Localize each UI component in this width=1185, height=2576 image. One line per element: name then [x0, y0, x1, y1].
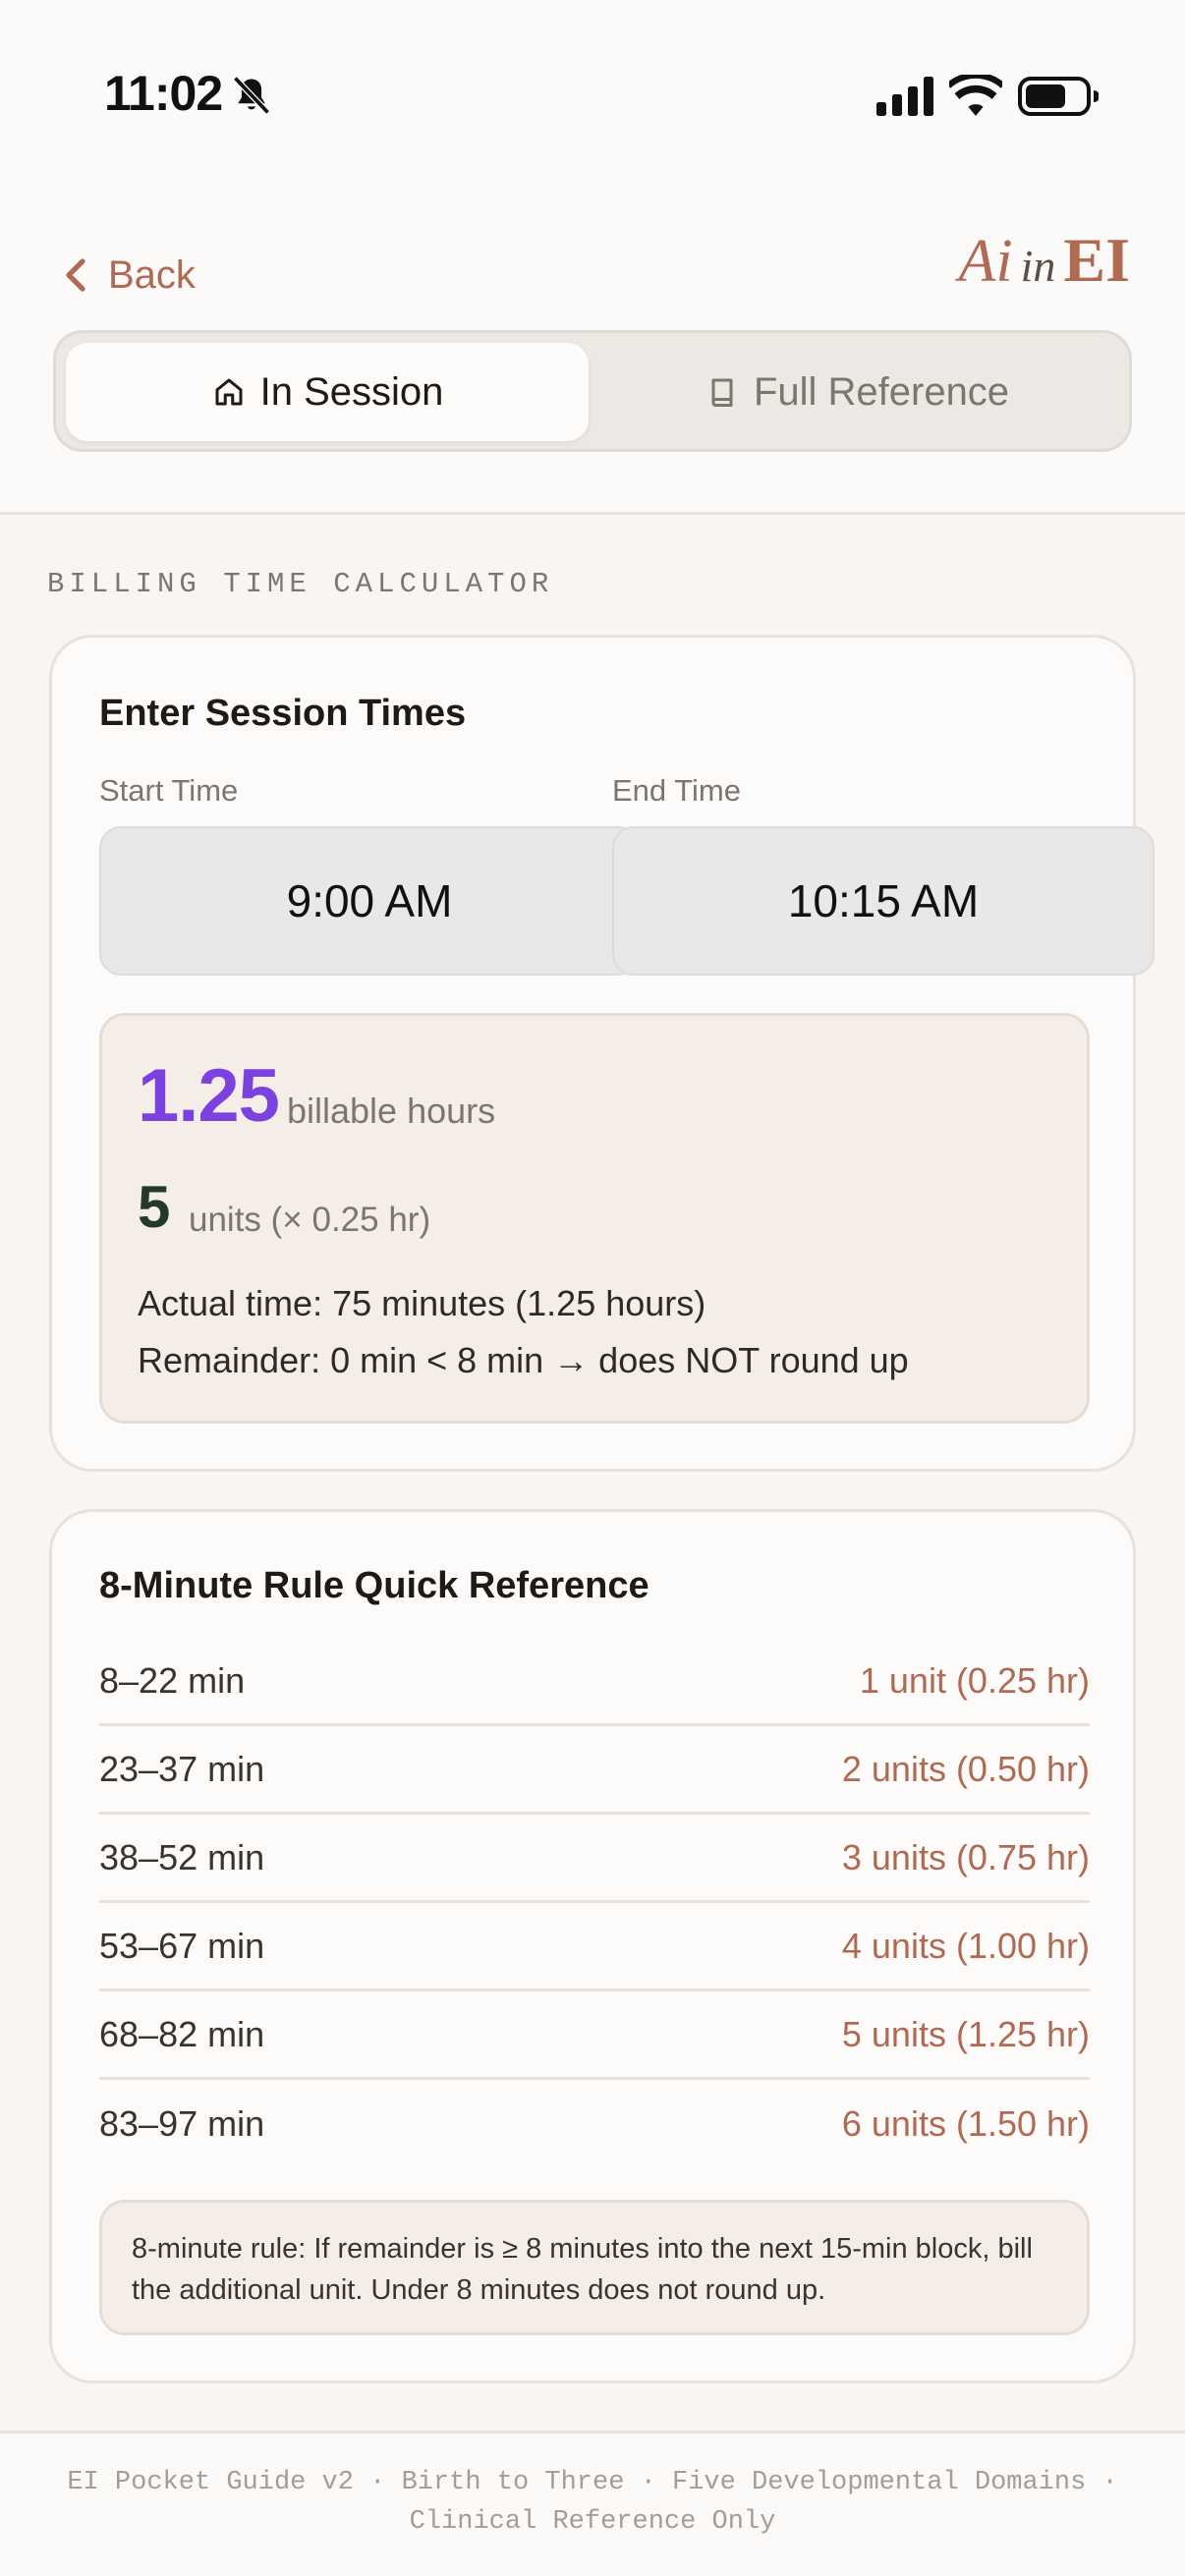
- quick-reference-card: 8-Minute Rule Quick Reference 8–22 min 1…: [49, 1509, 1136, 2383]
- view-switcher: In Session Full Reference: [53, 330, 1132, 452]
- section-label: BILLING TIME CALCULATOR: [47, 568, 554, 600]
- status-bar: 11:02: [0, 0, 1185, 196]
- reference-units: 2 units (0.50 hr): [841, 1748, 1090, 1789]
- rule-note: 8-minute rule: If remainder is ≥ 8 minut…: [99, 2200, 1090, 2335]
- tab-full-reference-label: Full Reference: [753, 369, 1010, 414]
- footer-line-1: EI Pocket Guide v2 · Birth to Three · Fi…: [67, 2468, 1118, 2497]
- reference-row: 23–37 min 2 units (0.50 hr): [99, 1726, 1090, 1815]
- end-time-input[interactable]: 10:15 AM: [612, 826, 1155, 976]
- reference-range: 38–52 min: [99, 1836, 265, 1877]
- start-time-input[interactable]: 9:00 AM: [99, 826, 640, 976]
- signal-icon: [876, 77, 933, 116]
- reference-range: 8–22 min: [99, 1659, 246, 1701]
- reference-range: 83–97 min: [99, 2103, 265, 2144]
- footer-text: EI Pocket Guide v2 · Birth to Three · Fi…: [39, 2463, 1146, 2542]
- billable-hours-value: 1.25: [138, 1054, 280, 1138]
- book-icon: [711, 378, 733, 407]
- units-value: 5: [138, 1174, 171, 1240]
- chevron-left-icon: [66, 258, 85, 292]
- reference-units: 1 unit (0.25 hr): [859, 1659, 1090, 1701]
- start-time-label: Start Time: [99, 773, 239, 808]
- reference-row: 83–97 min 6 units (1.50 hr): [99, 2080, 1090, 2168]
- reference-row: 53–67 min 4 units (1.00 hr): [99, 1903, 1090, 1991]
- reference-units: 5 units (1.25 hr): [841, 2013, 1090, 2054]
- logo-part-ei: EI: [1063, 225, 1130, 295]
- card-title: 8-Minute Rule Quick Reference: [99, 1565, 649, 1606]
- wifi-icon: [949, 75, 1002, 116]
- result-box: 1.25 billable hours 5 units (× 0.25 hr) …: [99, 1013, 1090, 1424]
- reference-range: 53–67 min: [99, 1925, 265, 1966]
- back-label: Back: [108, 252, 196, 297]
- reference-range: 23–37 min: [99, 1748, 265, 1789]
- units-label: units (× 0.25 hr): [189, 1201, 431, 1239]
- app-header: Back Ai in EI In Session Full Reference: [0, 196, 1185, 515]
- footer-line-2: Clinical Reference Only: [409, 2507, 776, 2537]
- battery-icon: [1018, 77, 1099, 116]
- home-icon: [215, 378, 243, 406]
- reference-units: 6 units (1.50 hr): [841, 2103, 1090, 2144]
- tab-in-session[interactable]: In Session: [66, 343, 589, 441]
- app-logo: Ai in EI: [959, 224, 1130, 297]
- reference-row: 38–52 min 3 units (0.75 hr): [99, 1815, 1090, 1903]
- reference-units: 3 units (0.75 hr): [841, 1836, 1090, 1877]
- card-title: Enter Session Times: [99, 693, 467, 734]
- billable-hours-label: billable hours: [287, 1091, 496, 1131]
- end-time-label: End Time: [612, 773, 741, 808]
- session-times-card: Enter Session Times Start Time End Time …: [49, 635, 1155, 1472]
- bell-slash-icon: [233, 76, 270, 115]
- tab-in-session-label: In Session: [259, 369, 444, 414]
- reference-row: 68–82 min 5 units (1.25 hr): [99, 1991, 1090, 2080]
- logo-part-in: in: [1020, 241, 1056, 291]
- footer: EI Pocket Guide v2 · Birth to Three · Fi…: [0, 2431, 1185, 2576]
- tab-full-reference[interactable]: Full Reference: [594, 343, 1119, 441]
- back-button[interactable]: Back: [61, 246, 196, 305]
- actual-time-text: Actual time: 75 minutes (1.25 hours): [138, 1283, 706, 1323]
- reference-units: 4 units (1.00 hr): [841, 1925, 1090, 1966]
- reference-range: 68–82 min: [99, 2013, 265, 2054]
- logo-part-ai: Ai: [958, 228, 1013, 295]
- status-time: 11:02: [104, 66, 223, 121]
- remainder-text: Remainder: 0 min < 8 min → does NOT roun…: [138, 1340, 909, 1380]
- reference-row: 8–22 min 1 unit (0.25 hr): [99, 1638, 1090, 1726]
